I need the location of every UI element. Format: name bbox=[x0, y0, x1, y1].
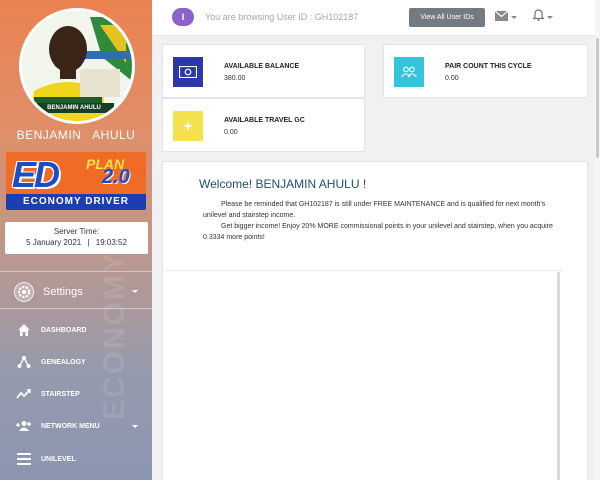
pair-count-card: PAIR COUNT THIS CYCLE 0.00 bbox=[383, 44, 588, 98]
logo-tagline: ECONOMY DRIVER bbox=[6, 194, 146, 210]
logo-main-text: ED bbox=[12, 154, 60, 195]
chevron-down-icon bbox=[132, 425, 138, 428]
server-date: 5 January 2021 bbox=[26, 238, 82, 247]
sitemap-icon bbox=[16, 354, 32, 370]
sidebar-item-label: UNILEVEL bbox=[41, 455, 76, 463]
notifications-dropdown[interactable] bbox=[532, 8, 553, 26]
maintenance-notice: Please be reminded that GH102187 is stil… bbox=[203, 201, 546, 219]
view-all-user-ids-button[interactable]: View All User IDs bbox=[409, 8, 485, 27]
card-title: AVAILABLE TRAVEL GC bbox=[224, 117, 305, 124]
users-plus-icon bbox=[16, 418, 32, 434]
logo-version-text: 2.0 bbox=[102, 166, 130, 188]
card-value: 0.00 bbox=[224, 129, 238, 136]
chevron-down-icon bbox=[547, 15, 553, 19]
server-time-value: 5 January 2021 | 19:03:52 bbox=[5, 237, 148, 248]
home-icon bbox=[16, 322, 32, 338]
sidebar-item-network-menu[interactable]: NETWORK MENU bbox=[0, 413, 152, 439]
user-id-badge[interactable]: I bbox=[172, 8, 194, 26]
available-balance-card: AVAILABLE BALANCE 380.00 bbox=[162, 44, 365, 98]
page-scrollbar-thumb[interactable] bbox=[596, 38, 599, 158]
card-title: PAIR COUNT THIS CYCLE bbox=[445, 63, 532, 70]
sidebar-item-unilevel[interactable]: UNILEVEL bbox=[0, 446, 152, 472]
user-name: BENJAMIN AHULU bbox=[16, 128, 136, 142]
server-time-box: Server Time: 5 January 2021 | 19:03:52 bbox=[5, 222, 148, 254]
welcome-message: Please be reminded that GH102187 is stil… bbox=[203, 199, 553, 243]
browsing-user-text: You are browsing User ID : GH102187 bbox=[205, 12, 359, 22]
sidebar: ECONOMY BENJAMIN AHULU BENJAMIN AHULU ED… bbox=[0, 0, 152, 480]
group-icon bbox=[394, 57, 424, 87]
sidebar-item-dashboard[interactable]: DASHBOARD bbox=[0, 317, 152, 343]
sidebar-item-label: NETWORK MENU bbox=[41, 422, 100, 430]
plane-icon bbox=[173, 111, 203, 141]
gear-icon bbox=[14, 282, 34, 302]
avatar[interactable]: BENJAMIN AHULU bbox=[19, 8, 135, 124]
sidebar-item-stairstep[interactable]: STAIRSTEP bbox=[0, 381, 152, 407]
chevron-down-icon bbox=[132, 290, 138, 293]
sidebar-item-label: STAIRSTEP bbox=[41, 390, 80, 398]
panel-divider bbox=[163, 270, 563, 271]
list-icon bbox=[16, 451, 32, 467]
sidebar-item-label: GENEALOGY bbox=[41, 358, 86, 366]
server-time-label: Server Time: bbox=[53, 227, 100, 236]
sidebar-item-label: DASHBOARD bbox=[41, 326, 87, 334]
server-time: 19:03:52 bbox=[95, 238, 127, 247]
avatar-caption: BENJAMIN AHULU bbox=[34, 103, 114, 113]
money-icon bbox=[173, 57, 203, 87]
messages-dropdown[interactable] bbox=[494, 8, 517, 26]
sidebar-item-genealogy[interactable]: GENEALOGY bbox=[0, 349, 152, 375]
welcome-panel: Welcome! BENJAMIN AHULU ! Please be remi… bbox=[162, 161, 588, 480]
panel-scrollbar[interactable] bbox=[557, 272, 560, 480]
economy-driver-logo: ED PLAN 2.0 ECONOMY DRIVER bbox=[6, 152, 146, 210]
sidebar-item-label: Settings bbox=[43, 286, 83, 298]
server-time-separator: | bbox=[87, 238, 90, 247]
top-bar: I You are browsing User ID : GH102187 Vi… bbox=[152, 0, 600, 36]
sidebar-divider bbox=[0, 271, 152, 272]
card-value: 0.00 bbox=[445, 75, 459, 82]
bell-icon bbox=[532, 8, 545, 26]
available-travel-gc-card: AVAILABLE TRAVEL GC 0.00 bbox=[162, 98, 365, 152]
card-title: AVAILABLE BALANCE bbox=[224, 63, 300, 70]
card-value: 380.00 bbox=[224, 75, 246, 82]
sidebar-item-settings[interactable]: Settings bbox=[0, 279, 152, 305]
line-chart-icon bbox=[16, 386, 32, 402]
welcome-title: Welcome! BENJAMIN AHULU ! bbox=[199, 177, 367, 191]
chevron-down-icon bbox=[511, 15, 517, 19]
envelope-icon bbox=[494, 8, 509, 26]
bonus-notice: Get bigger income! Enjoy 20% MORE commis… bbox=[203, 223, 553, 241]
sidebar-divider bbox=[0, 308, 152, 309]
